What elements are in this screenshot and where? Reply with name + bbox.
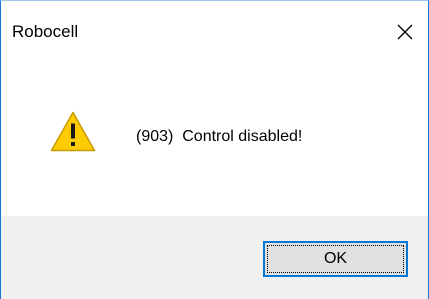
message-box-window: Robocell (903) Control disabled! OK	[0, 0, 429, 299]
title-bar[interactable]: Robocell	[1, 1, 428, 63]
close-icon	[397, 24, 413, 40]
dialog-message: (903) Control disabled!	[136, 128, 303, 145]
window-title: Robocell	[12, 22, 79, 41]
button-bar: OK	[1, 216, 428, 299]
ok-button-label: OK	[323, 250, 348, 267]
close-button[interactable]	[382, 1, 428, 63]
ok-button[interactable]: OK	[263, 241, 408, 277]
warning-icon	[50, 111, 96, 152]
dialog-content: (903) Control disabled!	[1, 63, 428, 216]
